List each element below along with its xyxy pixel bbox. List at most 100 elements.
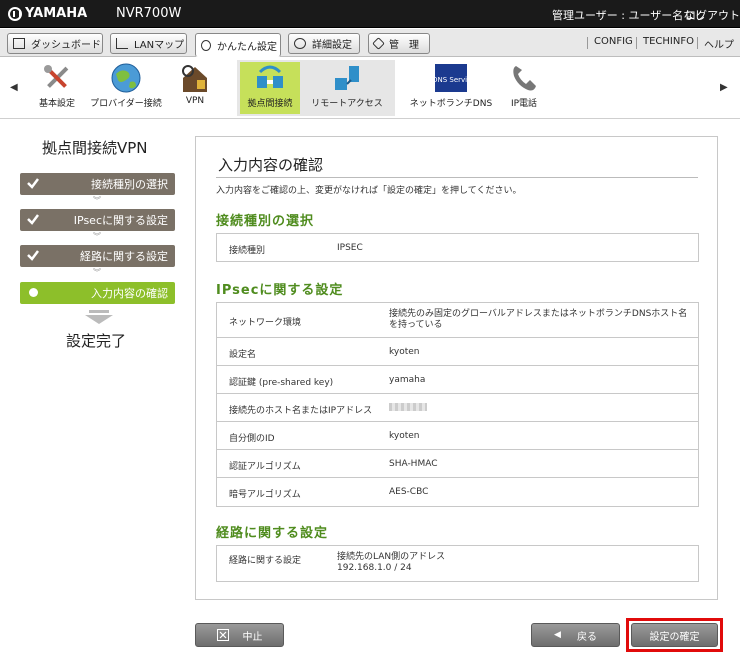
- tool-site-to-site[interactable]: 拠点間接続: [240, 62, 300, 114]
- ddns-badge-text: DDNS Service: [435, 76, 467, 84]
- table-row: 認証鍵 (pre-shared key) yamaha: [217, 366, 698, 394]
- table-row: 接続種別 IPSEC: [217, 234, 698, 261]
- chevron-down-icon: ︾: [93, 196, 101, 205]
- tab-easy-setup[interactable]: かんたん設定: [195, 33, 281, 57]
- tool-provider[interactable]: プロバイダー接続: [88, 62, 164, 114]
- logo-text: YAMAHA: [25, 6, 88, 21]
- row-key: 認証鍵 (pre-shared key): [229, 378, 334, 388]
- row-key: ネットワーク環境: [229, 318, 302, 328]
- tool-provider-label: プロバイダー接続: [90, 99, 162, 109]
- ipsec-table: ネットワーク環境 接続先のみ固定のグローバルアドレスまたはネットボランチDNSホ…: [216, 302, 699, 507]
- tab-detail-setup[interactable]: 詳細設定: [288, 33, 360, 54]
- remote-access-icon: [335, 66, 359, 90]
- scroll-left-icon[interactable]: ◀: [10, 82, 18, 93]
- easy-setup-toolbar: ◀ 基本設定 プロバイダー接続 VPN 拠点間接続 リモートアクセス NS Se…: [0, 58, 740, 119]
- row-key: 接続種別: [229, 246, 266, 256]
- step-ipsec: IPsecに関する設定: [20, 209, 175, 231]
- check-icon: [27, 214, 39, 225]
- site-connection-icon: [257, 65, 283, 88]
- top-header: YAMAHA NVR700W 管理ユーザー : ユーザー名なし ログアウト: [0, 0, 740, 28]
- table-row: ネットワーク環境 接続先のみ固定のグローバルアドレスまたはネットボランチDNSホ…: [217, 303, 698, 338]
- confirm-settings-button[interactable]: 設定の確定: [631, 623, 718, 647]
- config-link[interactable]: CONFIG: [594, 36, 633, 47]
- row-key: 暗号アルゴリズム: [229, 490, 301, 500]
- step-complete: 設定完了: [66, 332, 127, 350]
- section-connection-type: 接続種別の選択: [216, 214, 315, 229]
- row-value: AES-CBC: [389, 487, 429, 497]
- divider: [636, 37, 637, 49]
- wizard-title: 拠点間接続VPN: [42, 139, 148, 157]
- cancel-button[interactable]: 中止: [195, 623, 284, 647]
- page-title: 入力内容の確認: [218, 156, 324, 174]
- table-row: 暗号アルゴリズム AES-CBC: [217, 478, 698, 506]
- cancel-button-label: 中止: [242, 631, 263, 643]
- tool-remote-access-label: リモートアクセス: [311, 99, 383, 109]
- tool-basic-settings[interactable]: 基本設定: [34, 62, 80, 114]
- connection-type-table: 接続種別 IPSEC: [216, 233, 699, 262]
- help-link[interactable]: ヘルプ: [704, 36, 734, 51]
- tool-vpn[interactable]: VPN: [174, 62, 216, 114]
- house-lock-icon: [182, 65, 207, 92]
- table-row: 設定名 kyoten: [217, 338, 698, 366]
- confirm-settings-button-label: 設定の確定: [649, 631, 700, 643]
- check-icon: [27, 178, 39, 189]
- row-value: kyoten: [389, 431, 420, 441]
- tool-ip-phone-label: IP電話: [510, 99, 538, 109]
- section-ipsec: IPsecに関する設定: [216, 283, 344, 298]
- tab-easy-setup-label: かんたん設定: [217, 41, 277, 53]
- tab-detail-setup-label: 詳細設定: [312, 40, 352, 51]
- check-icon: [27, 250, 39, 261]
- down-arrow-icon: [85, 310, 113, 324]
- row-key: 自分側のID: [229, 434, 275, 444]
- tab-admin-label: 管 理: [389, 40, 419, 51]
- tab-dashboard-label: ダッシュボード: [31, 40, 101, 51]
- techinfo-link[interactable]: TECHINFO: [643, 36, 694, 47]
- tool-ip-phone[interactable]: IP電話: [504, 62, 544, 114]
- model-name: NVR700W: [116, 6, 182, 21]
- tab-lanmap[interactable]: LANマップ: [110, 33, 187, 54]
- row-value: 接続先のLAN側のアドレス: [337, 552, 446, 562]
- row-key: 接続先のホスト名またはIPアドレス: [229, 406, 373, 416]
- row-value: yamaha: [389, 375, 426, 385]
- table-row: 認証アルゴリズム SHA-HMAC: [217, 450, 698, 478]
- tab-admin[interactable]: 管 理: [368, 33, 430, 54]
- row-value: 192.168.1.0 / 24: [337, 563, 412, 573]
- logout-link[interactable]: ログアウト: [685, 7, 740, 23]
- ddns-badge-icon: DDNS Service: [435, 64, 467, 92]
- tools-icon: [44, 65, 69, 88]
- globe-icon: [111, 63, 141, 93]
- tool-vpn-label: VPN: [185, 96, 205, 106]
- table-row: 自分側のID kyoten: [217, 422, 698, 450]
- tool-remote-access[interactable]: リモートアクセス: [306, 62, 388, 114]
- tab-lanmap-label: LANマップ: [134, 40, 185, 51]
- back-button-label: 戻る: [576, 631, 597, 643]
- back-button[interactable]: ◀ 戻る: [531, 623, 620, 647]
- table-row: 接続先のホスト名またはIPアドレス: [217, 394, 698, 422]
- main-nav: ダッシュボード LANマップ かんたん設定 詳細設定 管 理 CONFIG TE…: [0, 29, 740, 57]
- wand-icon: [201, 39, 211, 51]
- section-route: 経路に関する設定: [216, 526, 329, 541]
- user-info: 管理ユーザー : ユーザー名なし: [552, 9, 706, 22]
- step-label: 接続種別の選択: [91, 178, 168, 191]
- divider: [697, 37, 698, 49]
- tool-netvolante-dns-label: ネットボランチDNS: [409, 99, 493, 109]
- yamaha-logo: YAMAHA: [8, 6, 87, 21]
- step-connection-type: 接続種別の選択: [20, 173, 175, 195]
- step-label: 経路に関する設定: [80, 250, 168, 263]
- tool-netvolante-dns[interactable]: DDNS Service ネットボランチDNS: [407, 62, 495, 114]
- row-key: 認証アルゴリズム: [229, 462, 301, 472]
- table-row: 経路に関する設定 接続先のLAN側のアドレス 192.168.1.0 / 24: [217, 546, 698, 581]
- wrench-icon: [372, 37, 385, 50]
- scroll-right-icon[interactable]: ▶: [720, 82, 728, 93]
- instruction-text: 入力内容をご確認の上、変更がなければ「設定の確定」を押してください。: [216, 186, 522, 196]
- gear-icon: [294, 38, 306, 49]
- row-value: SHA-HMAC: [389, 459, 438, 469]
- redacted-address: [389, 403, 427, 411]
- row-value: kyoten: [389, 347, 420, 357]
- tool-site-to-site-label: 拠点間接続: [247, 99, 293, 109]
- tab-dashboard[interactable]: ダッシュボード: [7, 33, 103, 54]
- tool-basic-settings-label: 基本設定: [38, 99, 75, 109]
- close-box-icon: [216, 629, 229, 641]
- row-value: 接続先のみ固定のグローバルアドレスまたはネットボランチDNSホスト名を持っている: [389, 309, 688, 330]
- step-route: 経路に関する設定: [20, 245, 175, 267]
